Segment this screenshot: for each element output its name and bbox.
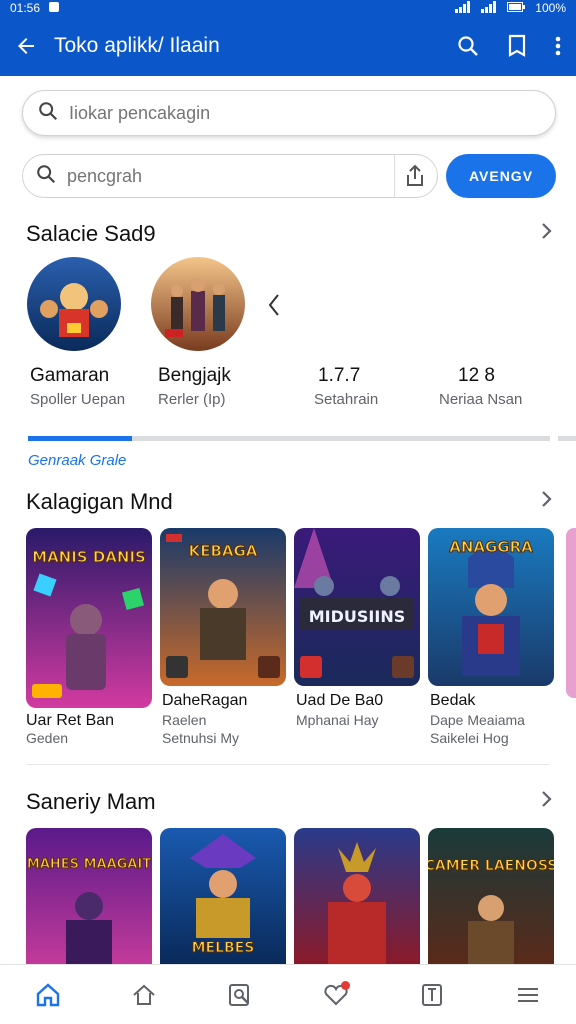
section-title: Kalagigan Mnd — [26, 489, 173, 514]
store-icon[interactable] — [124, 975, 164, 1015]
battery-icon — [507, 1, 526, 15]
stat-value: Bengjajk — [158, 365, 231, 386]
game-card[interactable]: MAHES MAAGAIT — [26, 828, 152, 964]
section-header-3[interactable]: Saneriy Mam — [26, 788, 554, 816]
card-subtitle: Dape Meaiama — [430, 712, 525, 728]
card-art-text: ANAGGRA — [449, 538, 533, 556]
card-subtitle: Raelen — [162, 712, 207, 728]
stat-value: 12 8 — [458, 365, 495, 386]
card-title: Uar Ret Ban — [26, 712, 115, 729]
card-art-text: MIDUSIINS — [309, 607, 406, 626]
section-title: Saneriy Mam — [26, 789, 156, 814]
carousel-progress — [28, 436, 550, 441]
section-title: Salacie Sad9 — [26, 221, 156, 246]
chevron-right-icon[interactable] — [540, 488, 554, 516]
progress-edge — [558, 436, 576, 441]
main-search-bar[interactable] — [22, 90, 556, 136]
game-card[interactable]: CAMER LAENOSS — [428, 828, 554, 964]
book-icon[interactable] — [412, 975, 452, 1015]
signal-icon — [455, 0, 471, 16]
card-subtitle-2: Setnuhsi My — [162, 730, 240, 746]
game-avatar-2[interactable] — [151, 257, 245, 351]
game-card[interactable]: MIDUSIINS — [294, 528, 420, 686]
game-card[interactable] — [294, 828, 420, 964]
card-art-text: MAHES MAAGAIT — [27, 857, 151, 872]
back-arrow-icon[interactable] — [14, 34, 38, 58]
carousel-progress-fill — [28, 436, 133, 441]
divider — [26, 764, 550, 765]
search-doc-icon[interactable] — [220, 975, 260, 1015]
card-art-text: KEBAGA — [189, 542, 258, 560]
secondary-search-bar[interactable] — [22, 154, 438, 198]
search-icon[interactable] — [456, 34, 480, 58]
bookmark-icon[interactable] — [506, 34, 528, 58]
heart-icon[interactable] — [316, 975, 356, 1015]
notification-badge — [341, 980, 350, 990]
card-title: Bedak — [430, 692, 476, 709]
search-icon — [37, 100, 59, 127]
battery-percent: 100% — [535, 1, 566, 15]
section-header-2[interactable]: Kalagigan Mnd — [26, 488, 554, 516]
card-title: Uad De Ba0 — [296, 692, 384, 709]
game-card[interactable]: MANIS DANIS — [26, 528, 152, 708]
chevron-right-icon[interactable] — [540, 220, 554, 248]
game-avatar-1[interactable] — [27, 257, 121, 351]
section-header-1[interactable]: Salacie Sad9 — [26, 220, 554, 248]
signal-icon-2 — [481, 0, 497, 16]
card-art-text: CAMER LAENOSS — [428, 858, 554, 874]
bottom-navigation — [0, 964, 576, 1024]
chevron-right-icon[interactable] — [540, 788, 554, 816]
game-card[interactable]: ANAGGRA — [428, 528, 554, 686]
stat-label: Rerler (Ip) — [158, 391, 226, 408]
stat-label: Neriaa Nsan — [439, 391, 523, 408]
primary-action-button[interactable]: AVENGV — [446, 154, 556, 198]
status-time: 01:56 — [10, 1, 41, 15]
card-art-text: MELBES — [192, 940, 255, 956]
card-art-text: MANIS DANIS — [32, 548, 146, 566]
status-bar: 01:56 100% — [0, 0, 576, 16]
app-bar: Toko aplikk/ Ilaain — [0, 16, 576, 76]
card-subtitle-2: Saikelei Hog — [430, 730, 509, 746]
game-card[interactable]: KEBAGA — [160, 528, 286, 686]
card-subtitle: Geden — [26, 730, 69, 746]
card-title: DaheRagan — [162, 692, 248, 709]
stat-label: Setahrain — [314, 391, 379, 408]
menu-icon[interactable] — [508, 975, 548, 1015]
more-vert-icon[interactable] — [554, 34, 562, 58]
home-icon[interactable] — [28, 975, 68, 1015]
chevron-left-icon[interactable] — [266, 292, 282, 323]
secondary-search-input[interactable] — [67, 165, 367, 187]
stat-value: 1.7.7 — [318, 365, 361, 386]
stat-value: Gamaran — [30, 365, 110, 386]
section-link[interactable]: Genraak Grale — [28, 452, 126, 469]
stat-label: Spoller Uepan — [30, 391, 126, 408]
share-icon[interactable] — [394, 155, 425, 197]
search-icon — [35, 163, 57, 190]
game-card[interactable]: MELBES — [160, 828, 286, 964]
page-title: Toko aplikk/ Ilaain — [54, 34, 220, 57]
main-search-input[interactable] — [69, 102, 489, 124]
notification-icon — [48, 1, 60, 16]
next-card-peek[interactable] — [566, 528, 576, 698]
card-subtitle: Mphanai Hay — [296, 712, 379, 728]
